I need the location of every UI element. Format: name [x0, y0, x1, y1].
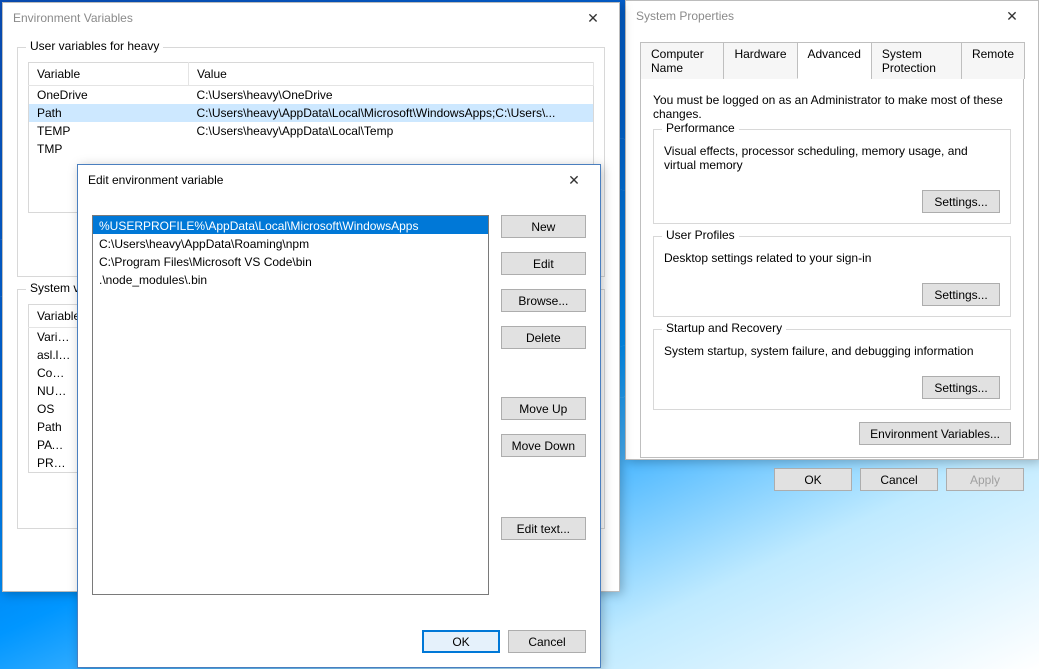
group-startup: Startup and Recovery System startup, sys…	[653, 329, 1011, 410]
close-icon[interactable]: ✕	[573, 3, 613, 33]
window-title: System Properties	[636, 9, 992, 23]
titlebar[interactable]: Edit environment variable ✕	[78, 165, 600, 195]
table-row[interactable]: PathC:\Users\heavy\AppData\Local\Microso…	[29, 104, 594, 122]
tab-strip: Computer Name Hardware Advanced System P…	[640, 41, 1024, 79]
column-header-name[interactable]: Variable	[29, 63, 189, 86]
browse-button[interactable]: Browse...	[501, 289, 586, 312]
apply-button[interactable]: Apply	[946, 468, 1024, 491]
tab-computer-name[interactable]: Computer Name	[640, 42, 724, 79]
tab-remote[interactable]: Remote	[961, 42, 1025, 79]
group-legend: User variables for heavy	[26, 39, 163, 53]
table-row[interactable]: OneDriveC:\Users\heavy\OneDrive	[29, 86, 594, 105]
delete-button[interactable]: Delete	[501, 326, 586, 349]
column-header-value[interactable]: Value	[189, 63, 594, 86]
ok-button[interactable]: OK	[422, 630, 500, 653]
window-title: Edit environment variable	[88, 173, 554, 187]
close-icon[interactable]: ✕	[554, 165, 594, 195]
ok-button[interactable]: OK	[774, 468, 852, 491]
list-item[interactable]: C:\Program Files\Microsoft VS Code\bin	[93, 252, 488, 270]
list-item[interactable]: %USERPROFILE%\AppData\Local\Microsoft\Wi…	[93, 216, 488, 234]
admin-note: You must be logged on as an Administrato…	[653, 93, 1011, 121]
titlebar[interactable]: System Properties ✕	[626, 1, 1038, 31]
list-item[interactable]: .\node_modules\.bin	[93, 270, 488, 288]
group-performance: Performance Visual effects, processor sc…	[653, 129, 1011, 224]
environment-variables-button[interactable]: Environment Variables...	[859, 422, 1011, 445]
group-legend: System v	[26, 281, 83, 295]
cancel-button[interactable]: Cancel	[860, 468, 938, 491]
performance-settings-button[interactable]: Settings...	[922, 190, 1000, 213]
group-legend: User Profiles	[662, 228, 739, 242]
group-user-profiles: User Profiles Desktop settings related t…	[653, 236, 1011, 317]
tab-system-protection[interactable]: System Protection	[871, 42, 962, 79]
group-legend: Performance	[662, 121, 739, 135]
system-properties-window: System Properties ✕ Computer Name Hardwa…	[625, 0, 1039, 460]
tab-advanced[interactable]: Advanced	[797, 42, 872, 79]
group-legend: Startup and Recovery	[662, 321, 786, 335]
table-row[interactable]: TEMPC:\Users\heavy\AppData\Local\Temp	[29, 122, 594, 140]
group-desc: Desktop settings related to your sign-in	[664, 251, 1000, 265]
edit-button[interactable]: Edit	[501, 252, 586, 275]
edit-text-button[interactable]: Edit text...	[501, 517, 586, 540]
column-header-name[interactable]: Variable	[29, 305, 79, 328]
titlebar[interactable]: Environment Variables ✕	[3, 3, 619, 33]
group-desc: Visual effects, processor scheduling, me…	[664, 144, 1000, 172]
close-icon[interactable]: ✕	[992, 1, 1032, 31]
move-up-button[interactable]: Move Up	[501, 397, 586, 420]
move-down-button[interactable]: Move Down	[501, 434, 586, 457]
cancel-button[interactable]: Cancel	[508, 630, 586, 653]
window-title: Environment Variables	[13, 11, 573, 25]
startup-settings-button[interactable]: Settings...	[922, 376, 1000, 399]
list-item[interactable]: C:\Users\heavy\AppData\Roaming\npm	[93, 234, 488, 252]
tab-hardware[interactable]: Hardware	[723, 42, 797, 79]
new-button[interactable]: New	[501, 215, 586, 238]
path-listbox[interactable]: %USERPROFILE%\AppData\Local\Microsoft\Wi…	[92, 215, 489, 595]
table-row[interactable]: TMP	[29, 140, 594, 158]
group-desc: System startup, system failure, and debu…	[664, 344, 1000, 358]
userprofiles-settings-button[interactable]: Settings...	[922, 283, 1000, 306]
edit-path-window: Edit environment variable ✕ %USERPROFILE…	[77, 164, 601, 668]
